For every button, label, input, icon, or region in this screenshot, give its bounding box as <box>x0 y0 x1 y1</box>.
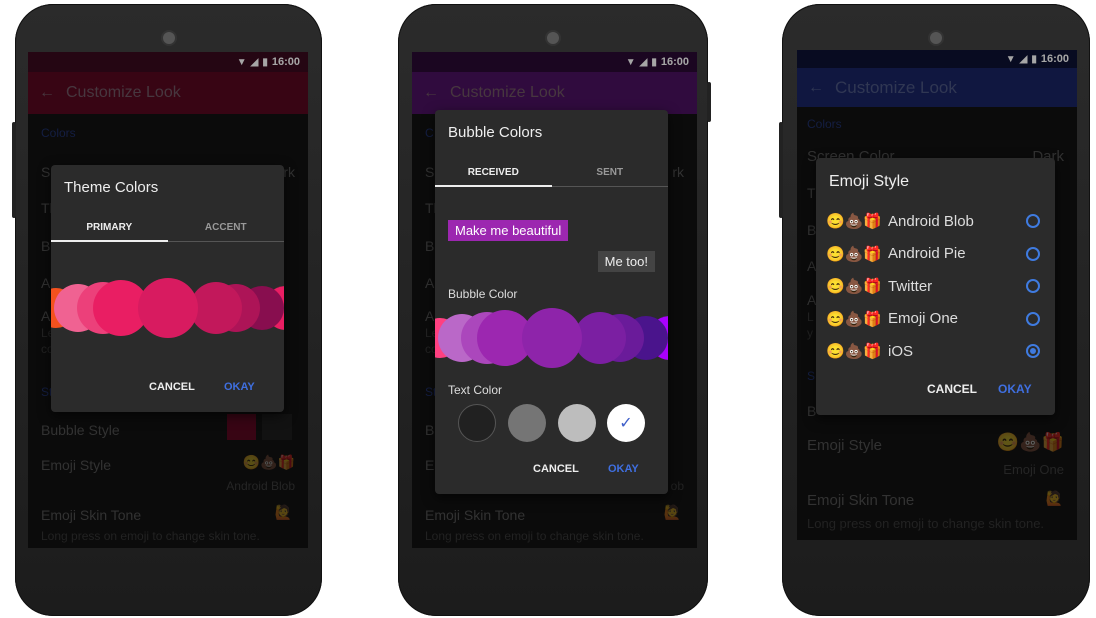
emoji-style-dialog: Emoji Style 😊💩🎁 Android Blob 😊💩🎁 Android Pi… <box>816 158 1055 415</box>
phone-1: ▼ ◢ ▮ 16:00 ← Customize Look Colors Sc r… <box>12 4 322 616</box>
cancel-button[interactable]: CANCEL <box>149 381 195 393</box>
received-bubble-preview: Make me beautiful <box>448 220 569 241</box>
emoji-style-option[interactable]: 😊💩🎁 iOS <box>826 338 1055 364</box>
radio-button[interactable] <box>1026 344 1040 358</box>
emoji-preview-icons: 😊💩🎁 <box>826 343 883 360</box>
color-swatch[interactable] <box>522 308 582 368</box>
tab-bar: PRIMARY ACCENT <box>51 222 284 242</box>
dialog-title: Theme Colors <box>64 179 159 196</box>
tab-sent[interactable]: SENT <box>552 167 669 186</box>
okay-button[interactable]: OKAY <box>998 382 1032 396</box>
radio-button[interactable] <box>1026 246 1040 261</box>
radio-button[interactable] <box>1026 311 1040 326</box>
cancel-button[interactable]: CANCEL <box>927 382 977 396</box>
text-color-swatch[interactable] <box>458 404 496 442</box>
emoji-preview-icons: 😊💩🎁 <box>826 213 883 230</box>
cancel-button[interactable]: CANCEL <box>533 463 579 475</box>
speaker <box>162 32 175 44</box>
sent-bubble-preview: Me too! <box>597 251 655 272</box>
theme-colors-dialog: Theme Colors PRIMARY ACCENT CANCEL OKAY <box>51 165 284 412</box>
phone-2: ▼ ◢ ▮ 16:00 ← Customize Look C Sc rk Th … <box>398 4 711 616</box>
option-label: Android Pie <box>888 245 966 262</box>
dialog-title: Bubble Colors <box>448 124 543 141</box>
okay-button[interactable]: OKAY <box>224 381 255 393</box>
option-label: Android Blob <box>888 212 974 230</box>
speaker <box>547 32 559 44</box>
text-color-swatch[interactable]: ✓ <box>607 404 645 442</box>
emoji-preview-icons: 😊💩🎁 <box>826 278 883 295</box>
bubble-colors-dialog: Bubble Colors RECEIVED SENT Make me beau… <box>435 110 668 494</box>
okay-button[interactable]: OKAY <box>608 463 639 475</box>
phone-3: ▼ ◢ ▮ 16:00 ← Customize Look Colors Scre… <box>779 4 1090 616</box>
radio-button[interactable] <box>1026 214 1040 228</box>
screen: ▼ ◢ ▮ 16:00 ← Customize Look C Sc rk Th … <box>412 52 697 548</box>
tab-accent[interactable]: ACCENT <box>168 222 285 241</box>
text-color-swatch[interactable] <box>508 404 546 442</box>
emoji-preview-icons: 😊💩🎁 <box>826 245 883 263</box>
tab-bar: RECEIVED SENT <box>435 167 668 187</box>
radio-button[interactable] <box>1026 279 1040 293</box>
color-palette <box>51 278 284 338</box>
dialog-title: Emoji Style <box>829 173 910 190</box>
color-swatch[interactable] <box>138 278 198 338</box>
emoji-preview-icons: 😊💩🎁 <box>826 310 883 328</box>
option-label: Twitter <box>888 277 933 295</box>
tab-received[interactable]: RECEIVED <box>435 167 552 187</box>
side-button <box>12 122 16 218</box>
option-label: iOS <box>888 342 914 360</box>
option-label: Emoji One <box>888 310 959 327</box>
speaker <box>930 32 942 44</box>
emoji-style-option[interactable]: 😊💩🎁 Emoji One <box>826 306 1055 332</box>
screen: ▼ ◢ ▮ 16:00 ← Customize Look Colors Scre… <box>797 50 1077 540</box>
color-palette <box>435 308 668 368</box>
emoji-style-option[interactable]: 😊💩🎁 Twitter <box>826 273 1055 299</box>
screen: ▼ ◢ ▮ 16:00 ← Customize Look Colors Sc r… <box>28 52 308 548</box>
side-button <box>707 82 711 122</box>
bubble-color-label: Bubble Color <box>448 287 518 301</box>
text-color-swatch[interactable] <box>558 404 596 442</box>
tab-primary[interactable]: PRIMARY <box>51 222 168 242</box>
text-color-label: Text Color <box>448 383 503 397</box>
side-button <box>779 122 783 218</box>
emoji-style-option[interactable]: 😊💩🎁 Android Pie <box>826 241 1055 267</box>
emoji-style-option[interactable]: 😊💩🎁 Android Blob <box>826 208 1055 234</box>
check-icon: ✓ <box>619 415 633 432</box>
